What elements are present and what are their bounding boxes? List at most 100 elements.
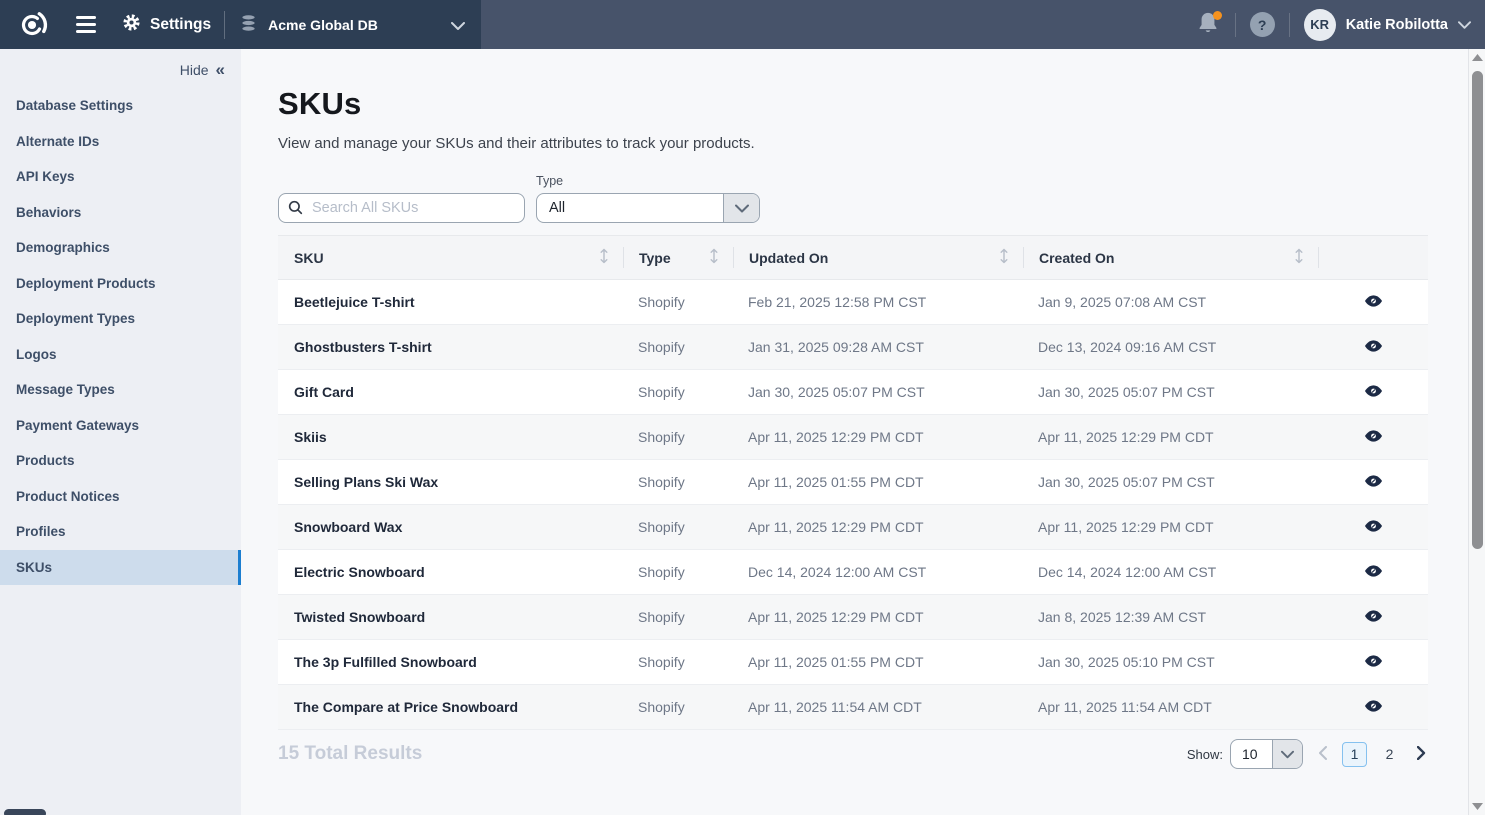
sidebar-item-skus[interactable]: SKUs [0,550,241,586]
column-header-label: Created On [1039,250,1114,266]
sidebar-item-label: Logos [16,347,57,362]
sidebar-item-product-notices[interactable]: Product Notices [0,479,241,515]
scrollbar-thumb[interactable] [1472,71,1483,549]
sku-created-on: Jan 30, 2025 05:07 PM CST [1023,474,1318,490]
sku-name-link[interactable]: The 3p Fulfilled Snowboard [278,654,623,670]
page-button-1[interactable]: 1 [1342,742,1367,767]
menu-icon[interactable] [76,16,96,32]
sidebar-item-products[interactable]: Products [0,443,241,479]
hide-label: Hide [180,62,209,78]
view-sku-button[interactable] [1365,700,1382,715]
eye-icon [1365,295,1382,310]
sidebar-item-api-keys[interactable]: API Keys [0,159,241,195]
sidebar-item-profiles[interactable]: Profiles [0,514,241,550]
sku-updated-on: Dec 14, 2024 12:00 AM CST [733,564,1023,580]
sidebar-item-database-settings[interactable]: Database Settings [0,88,241,124]
table-row: Snowboard Wax Shopify Apr 11, 2025 12:29… [278,505,1428,550]
column-header-label: SKU [294,250,324,266]
database-selector[interactable]: Acme Global DB [225,0,481,49]
view-sku-button[interactable] [1365,520,1382,535]
database-name: Acme Global DB [268,17,378,33]
next-page-button[interactable] [1415,744,1428,765]
page-button-2[interactable]: 2 [1377,742,1402,767]
page-size-select[interactable]: 10 [1230,739,1303,769]
sku-type: Shopify [623,294,733,310]
table-row: Ghostbusters T-shirt Shopify Jan 31, 202… [278,325,1428,370]
sidebar-item-deployment-products[interactable]: Deployment Products [0,266,241,302]
database-icon [239,14,258,35]
view-sku-button[interactable] [1365,475,1382,490]
sidebar-item-alternate-ids[interactable]: Alternate IDs [0,124,241,160]
sidebar-item-label: SKUs [16,560,52,575]
user-menu[interactable]: KR Katie Robilotta [1304,9,1471,41]
type-filter-label: Type [536,174,760,188]
column-header-label: Type [639,250,671,266]
total-results: 15 Total Results [278,743,422,765]
sidebar-item-label: Message Types [16,382,115,397]
sku-name-link[interactable]: Selling Plans Ski Wax [278,474,623,490]
top-navigation-bar: Settings Acme Global DB [0,0,1485,49]
topbar-divider [1235,13,1236,37]
sidebar-item-behaviors[interactable]: Behaviors [0,195,241,231]
sku-name-link[interactable]: Gift Card [278,384,623,400]
chevron-down-icon [1272,740,1302,768]
chevron-down-icon [451,17,465,33]
sku-updated-on: Feb 21, 2025 12:58 PM CST [733,294,1023,310]
hide-sidebar-button[interactable]: Hide « [180,61,225,78]
sidebar-item-payment-gateways[interactable]: Payment Gateways [0,408,241,444]
scroll-down-arrow-icon[interactable] [1471,803,1484,810]
sidebar-item-deployment-types[interactable]: Deployment Types [0,301,241,337]
view-sku-button[interactable] [1365,385,1382,400]
sku-created-on: Apr 11, 2025 12:29 PM CDT [1023,519,1318,535]
view-sku-button[interactable] [1365,655,1382,670]
view-sku-button[interactable] [1365,565,1382,580]
help-button[interactable]: ? [1250,12,1275,37]
settings-sidebar: Hide « Database Settings Alternate IDs API… [0,49,241,815]
type-filter-value: All [537,200,723,216]
scroll-up-arrow-icon[interactable] [1471,54,1484,61]
sku-name-link[interactable]: Beetlejuice T-shirt [278,294,623,310]
search-input[interactable] [278,193,525,223]
page-subtitle: View and manage your SKUs and their attr… [278,135,1485,152]
chat-widget-peek[interactable] [4,809,46,815]
view-sku-button[interactable] [1365,295,1382,310]
type-filter-select[interactable]: All [536,193,760,223]
skus-table: SKU Type Updated On Created On Beetlejuice … [278,235,1428,730]
main-content: SKUs View and manage your SKUs and their… [241,49,1485,815]
sku-name-link[interactable]: The Compare at Price Snowboard [278,699,623,715]
search-box [278,193,525,223]
app-logo-icon[interactable] [15,8,49,42]
column-header-type[interactable]: Type [623,236,733,279]
sidebar-item-label: Payment Gateways [16,418,139,433]
column-header-label: Updated On [749,250,828,266]
vertical-scrollbar[interactable] [1468,49,1485,815]
sku-name-link[interactable]: Skiis [278,429,623,445]
eye-icon [1365,385,1382,400]
sku-name-link[interactable]: Snowboard Wax [278,519,623,535]
pagination: Show: 10 12 [1187,739,1428,769]
column-header-created-on[interactable]: Created On [1023,236,1318,279]
eye-icon [1365,430,1382,445]
view-sku-button[interactable] [1365,340,1382,355]
sidebar-item-logos[interactable]: Logos [0,337,241,373]
topbar-divider [1289,13,1290,37]
view-sku-button[interactable] [1365,610,1382,625]
sku-updated-on: Apr 11, 2025 12:29 PM CDT [733,519,1023,535]
sidebar-item-demographics[interactable]: Demographics [0,230,241,266]
column-header-updated-on[interactable]: Updated On [733,236,1023,279]
sku-created-on: Apr 11, 2025 12:29 PM CDT [1023,429,1318,445]
sku-name-link[interactable]: Electric Snowboard [278,564,623,580]
sku-name-link[interactable]: Twisted Snowboard [278,609,623,625]
column-header-actions [1318,236,1428,279]
sidebar-item-label: API Keys [16,169,75,184]
sku-name-link[interactable]: Ghostbusters T-shirt [278,339,623,355]
view-sku-button[interactable] [1365,430,1382,445]
previous-page-button[interactable] [1316,744,1329,765]
sidebar-item-label: Database Settings [16,98,133,113]
sku-type: Shopify [623,564,733,580]
column-header-sku[interactable]: SKU [278,236,623,279]
question-mark-icon: ? [1258,17,1267,33]
page-title: SKUs [278,86,1485,122]
sidebar-item-message-types[interactable]: Message Types [0,372,241,408]
notifications-button[interactable] [1195,11,1221,39]
